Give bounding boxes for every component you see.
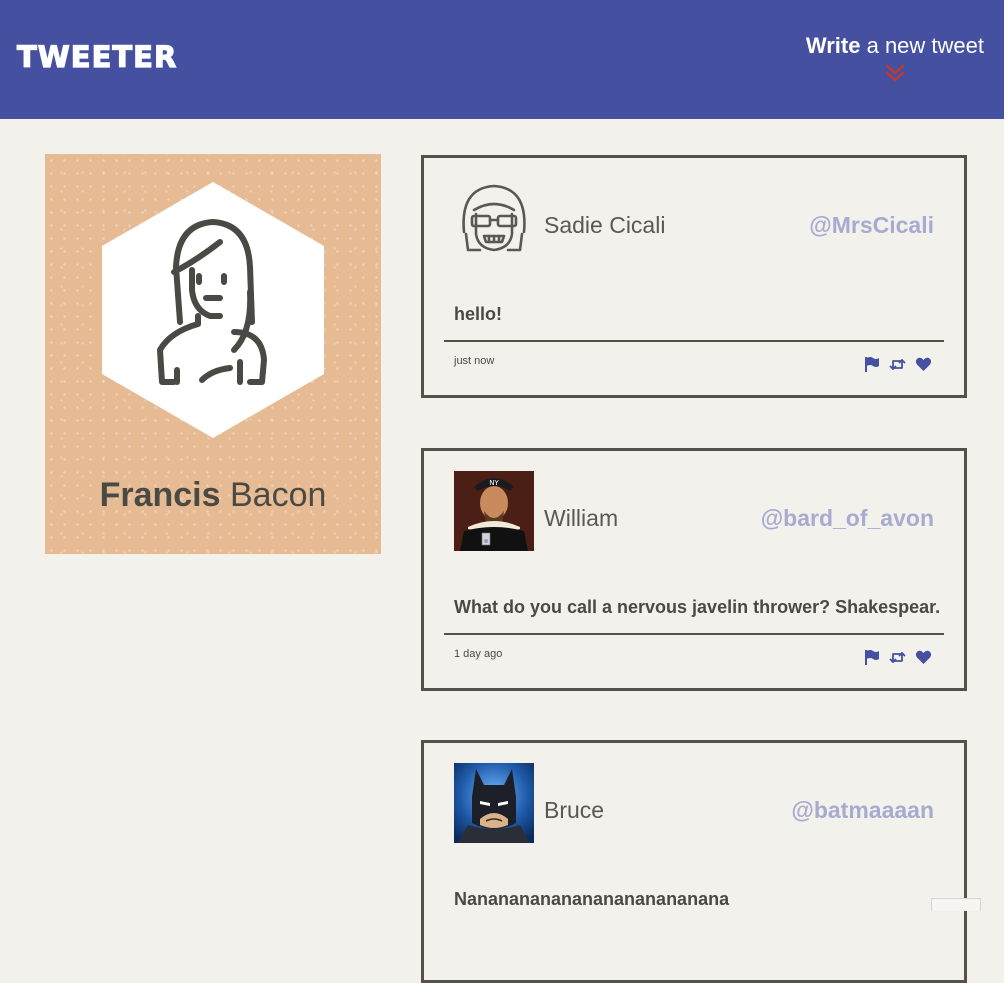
compose-toggle[interactable]: Write a new tweet <box>806 33 984 85</box>
top-nav: TWEETER Write a new tweet <box>0 0 1004 119</box>
profile-first-name: Francis <box>99 476 221 514</box>
tweet-author-handle[interactable]: @MrsCicali <box>809 212 934 239</box>
tweet-author-name: Bruce <box>544 797 605 823</box>
tweet-content: hello! <box>454 304 502 324</box>
tweet-card: Bruce @batmaaaan Nananananananananananan… <box>421 740 967 983</box>
shakespeare-portrait: NY <box>454 471 534 551</box>
tweet-timestamp: 1 day ago <box>454 648 503 660</box>
profile-last-name: Bacon <box>220 476 327 514</box>
retweet-icon[interactable] <box>889 356 906 373</box>
profile-name: Francis Bacon <box>45 476 381 515</box>
tweet-timestamp: just now <box>454 355 495 367</box>
batman-portrait <box>454 763 534 843</box>
tweet-actions <box>863 649 932 666</box>
tweet-divider <box>444 340 944 342</box>
tweet-divider <box>444 633 944 635</box>
tweet-card: Sadie Cicali @MrsCicali hello! just now <box>421 155 967 398</box>
tweet-author-name: Sadie Cicali <box>544 212 666 238</box>
tweet-content: Nanananananananananananana <box>454 889 730 909</box>
flag-icon[interactable] <box>863 356 880 373</box>
tweet-card: NY William @bard_of_avon What do you cal… <box>421 448 967 691</box>
tweet-author-name: William <box>544 505 619 531</box>
sunglasses-woman-avatar-icon <box>462 184 526 252</box>
heart-icon[interactable] <box>915 649 932 666</box>
compose-label-rest: a new tweet <box>860 33 984 58</box>
heart-icon[interactable] <box>915 356 932 373</box>
retweet-icon[interactable] <box>889 649 906 666</box>
compose-label-strong: Write <box>805 33 861 58</box>
tweet-actions <box>863 356 932 373</box>
double-chevron-down-icon[interactable] <box>883 61 907 85</box>
scroll-corner-widget[interactable] <box>931 898 981 911</box>
tweet-author-handle[interactable]: @bard_of_avon <box>761 505 934 532</box>
tweet-author-handle[interactable]: @batmaaaan <box>791 797 934 824</box>
woman-avatar-icon <box>102 182 324 438</box>
tweet-content: What do you call a nervous javelin throw… <box>454 597 941 617</box>
app-logo[interactable]: TWEETER <box>16 39 177 74</box>
user-profile-card: Francis Bacon <box>45 154 381 554</box>
flag-icon[interactable] <box>863 649 880 666</box>
svg-text:NY: NY <box>489 479 499 487</box>
